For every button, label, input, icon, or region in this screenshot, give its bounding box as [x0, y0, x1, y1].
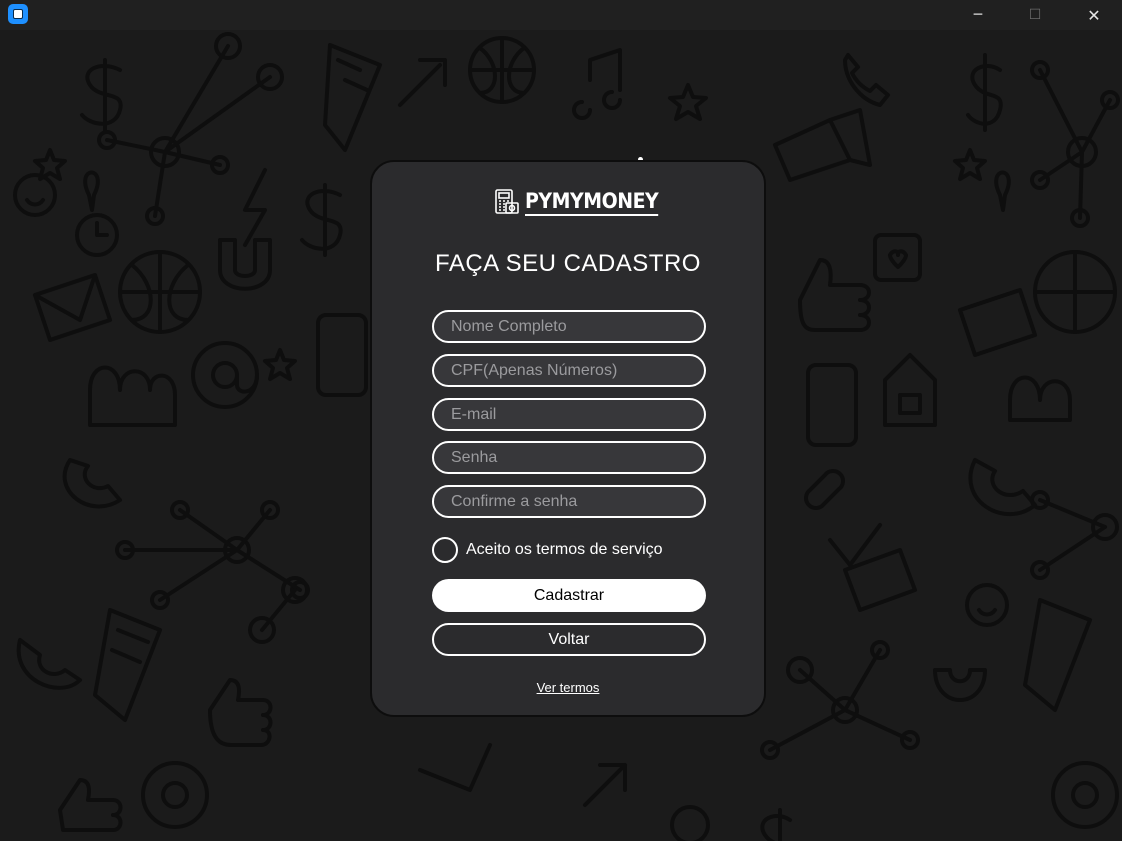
register-card: PYMYMONEY FAÇA SEU CADASTRO Aceito os te…	[370, 160, 766, 717]
logo-text: PYMYMONEY	[525, 188, 659, 216]
close-button[interactable]: ✕	[1066, 0, 1122, 30]
minimize-button[interactable]: ─	[950, 0, 1006, 30]
maximize-button[interactable]: ☐	[1007, 0, 1063, 30]
full-name-field[interactable]	[432, 310, 706, 343]
password-field[interactable]	[432, 441, 706, 474]
terms-checkbox[interactable]	[432, 537, 458, 563]
view-terms-link[interactable]: Ver termos	[372, 680, 764, 695]
page-title: FAÇA SEU CADASTRO	[435, 250, 701, 277]
cpf-field[interactable]	[432, 354, 706, 387]
terms-label[interactable]: Aceito os termos de serviço	[466, 541, 663, 559]
terms-row: Aceito os termos de serviço	[432, 534, 663, 566]
app-icon	[8, 4, 28, 24]
back-button[interactable]: Voltar	[432, 623, 706, 656]
register-button[interactable]: Cadastrar	[432, 579, 706, 612]
confirm-password-field[interactable]	[432, 485, 706, 518]
calculator-money-icon	[495, 189, 519, 214]
email-field[interactable]	[432, 398, 706, 431]
window-titlebar: ─ ☐ ✕	[0, 0, 1122, 30]
logo: PYMYMONEY	[492, 186, 673, 218]
